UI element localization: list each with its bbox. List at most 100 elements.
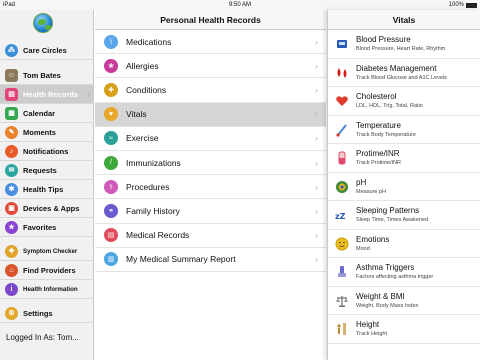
moments-icon: ✎ xyxy=(5,125,18,139)
allergies-icon: ❀ xyxy=(104,58,118,73)
vital-subtitle: Blood Pressure, Heart Rate, Rhythm xyxy=(356,46,446,52)
sidebar-item-find-providers[interactable]: ⌂ Find Providers xyxy=(0,261,94,280)
family-history-icon: ⚭ xyxy=(104,203,118,218)
sidebar-item-label: Tom Bates xyxy=(23,70,61,80)
health-tips-icon: ✱ xyxy=(5,182,18,196)
sidebar-item-notifications[interactable]: ♪ Notifications xyxy=(0,142,94,161)
vital-item-blood-pressure[interactable]: Blood Pressure Blood Pressure, Heart Rat… xyxy=(328,30,480,59)
medications-icon: ⌇ xyxy=(104,34,118,49)
vital-title: Height xyxy=(356,320,380,329)
sidebar-item-label: Requests xyxy=(23,165,57,175)
inhaler-icon xyxy=(335,265,349,279)
chevron-right-icon: › xyxy=(315,254,318,265)
star-icon: ★ xyxy=(5,220,18,234)
chevron-right-icon: › xyxy=(315,157,318,168)
record-item-procedures[interactable]: ⚕ Procedures › xyxy=(95,175,326,200)
sidebar: ⁂ Care Circles ☺ Tom Bates ▤ Health Reco… xyxy=(0,10,94,360)
gear-icon: ⚙ xyxy=(5,306,18,320)
record-item-allergies[interactable]: ❀ Allergies › xyxy=(95,54,326,79)
conditions-icon: ✚ xyxy=(104,82,118,97)
vital-item-sleeping-patterns[interactable]: zZ Sleeping Patterns Sleep Time, Times A… xyxy=(328,201,480,230)
record-item-label: Immunizations xyxy=(126,157,181,168)
sidebar-item-favorites[interactable]: ★ Favorites xyxy=(0,218,94,237)
record-item-medical-records[interactable]: ▤ Medical Records › xyxy=(95,224,326,248)
record-item-label: Family History xyxy=(126,205,180,216)
vital-title: Sleeping Patterns xyxy=(356,206,420,215)
battery-percent: 100% xyxy=(448,2,464,8)
battery-indicator: 100% xyxy=(449,0,477,10)
vital-item-diabetes[interactable]: Diabetes Management Track Blood Glucose … xyxy=(328,59,480,87)
vital-subtitle: Track Blood Glucose and A1C Levels xyxy=(356,74,447,81)
sidebar-item-symptom-checker[interactable]: ✚ Symptom Checker xyxy=(0,242,94,261)
globe-logo-icon[interactable] xyxy=(33,13,53,33)
symptom-checker-icon: ✚ xyxy=(5,244,18,258)
vital-item-height[interactable]: Height Track Height xyxy=(328,315,480,344)
record-item-label: Medications xyxy=(126,36,172,47)
calendar-icon: ▦ xyxy=(5,106,18,120)
blood-pressure-icon xyxy=(335,37,349,51)
chevron-right-icon: › xyxy=(315,230,318,241)
sidebar-item-care-circles[interactable]: ⁂ Care Circles xyxy=(0,41,94,60)
sidebar-item-health-records[interactable]: ▤ Health Records › xyxy=(0,85,94,104)
sidebar-item-requests[interactable]: ✉ Requests xyxy=(0,161,94,180)
test-tube-icon xyxy=(335,151,349,165)
sidebar-item-label: Favorites xyxy=(23,222,57,232)
sidebar-item-label: Moments xyxy=(23,127,56,137)
blood-drops-icon xyxy=(335,66,349,80)
record-item-immunizations[interactable]: / Immunizations › xyxy=(95,151,326,176)
sidebar-item-user[interactable]: ☺ Tom Bates xyxy=(0,66,94,85)
sidebar-item-moments[interactable]: ✎ Moments xyxy=(0,123,94,142)
vital-title: Protime/INR xyxy=(356,149,400,158)
care-circles-icon: ⁂ xyxy=(5,43,18,57)
sidebar-item-devices-apps[interactable]: ▣ Devices & Apps xyxy=(0,199,94,218)
sidebar-item-label: Settings xyxy=(23,308,53,318)
vitals-panel: Vitals Blood Pressure Blood Pressure, He… xyxy=(327,10,480,360)
sidebar-item-label: Find Providers xyxy=(23,265,76,275)
user-avatar: ☺ xyxy=(5,68,18,82)
sidebar-item-label: Devices & Apps xyxy=(23,203,80,213)
record-item-exercise[interactable]: ≈ Exercise › xyxy=(95,127,326,151)
record-item-conditions[interactable]: ✚ Conditions › xyxy=(95,78,326,103)
sidebar-item-label: Calendar xyxy=(23,108,56,118)
vital-item-emotions[interactable]: Emotions Mood xyxy=(328,230,480,258)
sidebar-item-settings[interactable]: ⚙ Settings xyxy=(0,304,94,323)
record-item-label: Medical Records xyxy=(126,230,190,241)
vital-subtitle: LDL, HDL, Trig, Total, Ratio xyxy=(356,103,423,109)
record-item-label: Procedures xyxy=(126,181,170,192)
vital-subtitle: Mood xyxy=(356,245,370,252)
ph-meter-icon xyxy=(335,180,349,194)
vital-title: pH xyxy=(356,177,367,187)
record-item-label: Conditions xyxy=(126,84,167,95)
logged-in-label: Logged In As: Tom... xyxy=(6,333,79,342)
vital-item-temperature[interactable]: Temperature Track Body Temperature xyxy=(328,116,480,144)
vital-item-protime[interactable]: Protime/INR Track Protime/INR xyxy=(328,144,480,173)
chevron-right-icon: › xyxy=(315,133,318,144)
chevron-right-icon: › xyxy=(315,36,318,47)
battery-icon xyxy=(466,2,477,8)
scale-icon xyxy=(335,294,349,308)
sidebar-item-health-tips[interactable]: ✱ Health Tips xyxy=(0,180,94,199)
status-bar: iPad 9:50 AM 100% xyxy=(0,0,480,10)
record-item-family-history[interactable]: ⚭ Family History › xyxy=(95,199,326,224)
exercise-icon: ≈ xyxy=(104,131,118,146)
heart-icon xyxy=(335,94,349,108)
record-item-label: My Medical Summary Report xyxy=(126,254,236,265)
vital-item-weight-bmi[interactable]: Weight & BMI Weight, Body Mass Index xyxy=(328,287,480,315)
record-item-vitals[interactable]: ♥ Vitals › xyxy=(95,102,326,127)
vital-subtitle: Track Body Temperature xyxy=(356,131,416,138)
record-item-medications[interactable]: ⌇ Medications › xyxy=(95,30,326,55)
sidebar-item-health-information[interactable]: i Health Information xyxy=(0,280,94,299)
requests-icon: ✉ xyxy=(5,163,18,177)
vital-title: Blood Pressure xyxy=(356,35,411,44)
sidebar-item-calendar[interactable]: ▦ Calendar xyxy=(0,104,94,123)
vital-item-ph[interactable]: pH Measure pH xyxy=(328,173,480,201)
health-info-icon: i xyxy=(5,282,18,296)
svg-text:zZ: zZ xyxy=(335,212,346,221)
vital-item-cholesterol[interactable]: Cholesterol LDL, HDL, Trig, Total, Ratio xyxy=(328,87,480,116)
chevron-right-icon: › xyxy=(315,181,318,192)
sleep-icon: zZ xyxy=(335,208,349,222)
vital-item-asthma-triggers[interactable]: Asthma Triggers Factors affecting asthma… xyxy=(328,258,480,287)
record-item-summary-report[interactable]: ▥ My Medical Summary Report › xyxy=(95,248,326,272)
chevron-right-icon: › xyxy=(87,89,90,99)
vitals-title: Vitals xyxy=(328,10,480,30)
